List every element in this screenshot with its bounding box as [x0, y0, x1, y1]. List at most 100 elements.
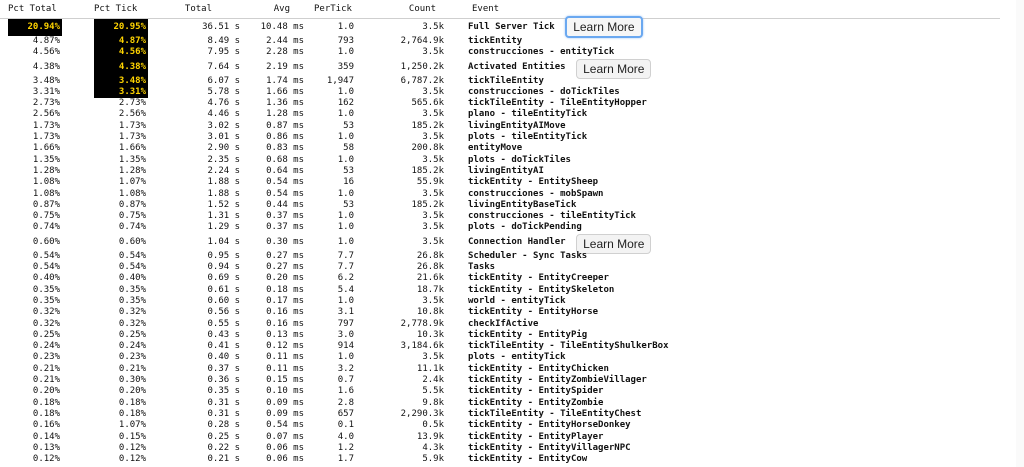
cell-pertick: 7.7	[337, 250, 354, 261]
cell-event: tickEntity - EntitySheep	[468, 177, 599, 188]
cell-pertick: 162	[337, 98, 354, 109]
cell-event: plano - tileEntityTick	[468, 109, 588, 120]
cell-pct-total: 0.32%	[32, 318, 60, 329]
cell-total: 0.69 s	[207, 273, 240, 284]
cell-pertick: 914	[337, 341, 354, 352]
cell-avg: 0.06 ms	[266, 442, 304, 453]
cell-event: tickEntity - EntityZombieVillager	[468, 375, 647, 386]
cell-event: tickEntity - EntityCreeper	[468, 273, 609, 284]
header-pertick: PerTick	[314, 4, 352, 14]
cell-event: construcciones - mobSpawn	[468, 188, 604, 199]
cell-pct-tick: 1.07%	[118, 420, 146, 431]
cell-avg: 1.28 ms	[266, 109, 304, 120]
cell-pertick: 1.0	[337, 154, 354, 165]
cell-pct-tick: 2.73%	[118, 98, 146, 109]
cell-pct-total: 0.16%	[32, 420, 60, 431]
table-row: 1.08% 1.08% 1.88 s 0.54 ms 1.0 3.5k construcci…	[0, 189, 1000, 200]
cell-total: 0.31 s	[207, 397, 240, 408]
cell-count: 2,764.9k	[400, 36, 444, 46]
learn-more-button[interactable]: Learn More	[565, 16, 643, 38]
cell-event: tickTileEntity - TileEntityHopper	[468, 98, 647, 109]
cell-count: 0.5k	[422, 420, 444, 431]
cell-total: 0.22 s	[207, 442, 240, 453]
cell-count: 9.8k	[422, 397, 444, 408]
cell-avg: 0.09 ms	[266, 408, 304, 419]
cell-pertick: 1.0	[337, 211, 354, 222]
cell-pct-tick: 0.35%	[118, 295, 146, 306]
cell-pct-tick: 0.25%	[118, 329, 146, 340]
cell-pct-total: 3.31%	[32, 86, 60, 97]
cell-pct-tick: 0.23%	[118, 352, 146, 363]
cell-pertick: 53	[343, 165, 354, 176]
table-row: 0.54% 0.54% 0.94 s 0.27 ms 7.7 26.8k Tasks	[0, 262, 1000, 273]
cell-event: Connection Handler	[468, 236, 566, 247]
cell-avg: 0.10 ms	[266, 386, 304, 397]
cell-pct-total: 1.73%	[32, 120, 60, 131]
cell-pct-tick: 0.75%	[118, 211, 146, 222]
cell-pct-tick: 0.12%	[118, 454, 146, 465]
cell-total: 0.36 s	[207, 375, 240, 386]
table-row: 2.73% 2.73% 4.76 s 1.36 ms 162 565.6k tickTile…	[0, 98, 1000, 109]
cell-pertick: 1.0	[337, 222, 354, 233]
cell-count: 200.8k	[411, 143, 444, 154]
cell-pct-total: 0.13%	[32, 442, 60, 453]
cell-pct-total: 0.23%	[32, 352, 60, 363]
cell-total: 1.88 s	[207, 188, 240, 199]
cell-count: 10.3k	[416, 329, 444, 340]
cell-event: Full Server Tick	[468, 22, 555, 32]
table-body: 20.94% 20.95% 36.51 s 10.48 ms 1.0 3.5k Full S…	[0, 16, 1000, 465]
cell-event: tickEntity - EntityZombie	[468, 397, 604, 408]
cell-count: 3.5k	[422, 86, 444, 97]
table-row: 0.13% 0.12% 0.22 s 0.06 ms 1.2 4.3k tickEntity…	[0, 443, 1000, 454]
table-row: 0.25% 0.25% 0.43 s 0.13 ms 3.0 10.3k tickEntit…	[0, 330, 1000, 341]
cell-avg: 2.28 ms	[266, 47, 304, 58]
cell-event: tickTileEntity - TileEntityChest	[468, 408, 642, 419]
cell-avg: 0.07 ms	[266, 431, 304, 442]
cell-pertick: 1.0	[337, 47, 354, 58]
cell-count: 3.5k	[422, 236, 444, 247]
cell-pct-tick: 4.87%	[94, 36, 148, 48]
cell-event: tickEntity - EntityVillagerNPC	[468, 442, 631, 453]
cell-event: plots - doTickPending	[468, 222, 582, 233]
cell-total: 1.04 s	[207, 236, 240, 247]
cell-pct-tick: 0.18%	[118, 408, 146, 419]
cell-pct-tick: 4.56%	[94, 47, 148, 59]
cell-pct-total: 0.21%	[32, 363, 60, 374]
cell-total: 0.35 s	[207, 386, 240, 397]
cell-pertick: 4.0	[337, 431, 354, 442]
cell-avg: 2.44 ms	[266, 36, 304, 46]
cell-event: tickEntity - EntityChicken	[468, 363, 609, 374]
cell-avg: 0.37 ms	[266, 222, 304, 233]
cell-pct-total: 1.28%	[32, 165, 60, 176]
cell-total: 1.88 s	[207, 177, 240, 188]
cell-count: 13.9k	[416, 431, 444, 442]
scrollbar-track[interactable]	[1016, 0, 1024, 467]
cell-count: 2,290.3k	[400, 408, 444, 419]
cell-avg: 0.12 ms	[266, 341, 304, 352]
cell-avg: 0.11 ms	[266, 352, 304, 363]
cell-total: 4.76 s	[207, 98, 240, 109]
cell-pct-total: 0.24%	[32, 341, 60, 352]
table-row: 0.21% 0.21% 0.37 s 0.11 ms 3.2 11.1k tickEntit…	[0, 364, 1000, 375]
cell-event: livingEntityAI	[468, 165, 544, 176]
cell-total: 3.01 s	[207, 132, 240, 143]
cell-event: tickEntity - EntityPig	[468, 329, 588, 340]
cell-pct-total: 0.18%	[32, 408, 60, 419]
cell-event: livingEntityBaseTick	[468, 199, 577, 210]
table-row: 0.12% 0.12% 0.21 s 0.06 ms 1.7 5.9k tickEntity…	[0, 454, 1000, 465]
table-row: 0.40% 0.40% 0.69 s 0.20 ms 6.2 21.6k tickEntit…	[0, 273, 1000, 284]
table-row: 1.66% 1.66% 2.90 s 0.83 ms 58 200.8k entityMov…	[0, 143, 1000, 154]
cell-pct-total: 0.75%	[32, 211, 60, 222]
table-row: 0.35% 0.35% 0.60 s 0.17 ms 1.0 3.5k world - en…	[0, 296, 1000, 307]
header-avg: Avg	[273, 4, 290, 14]
table-header: Pct Total Pct Tick Total Avg PerTick Cou…	[0, 0, 1000, 19]
cell-pct-total: 2.56%	[32, 109, 60, 120]
cell-total: 4.46 s	[207, 109, 240, 120]
cell-event: tickEntity - EntityHorse	[468, 307, 599, 318]
cell-pct-tick: 1.07%	[118, 177, 146, 188]
cell-pertick: 793	[337, 36, 354, 46]
header-event: Event	[472, 4, 500, 14]
cell-pertick: 0.7	[337, 375, 354, 386]
cell-count: 3.5k	[422, 188, 444, 199]
cell-pct-tick: 1.28%	[118, 165, 146, 176]
